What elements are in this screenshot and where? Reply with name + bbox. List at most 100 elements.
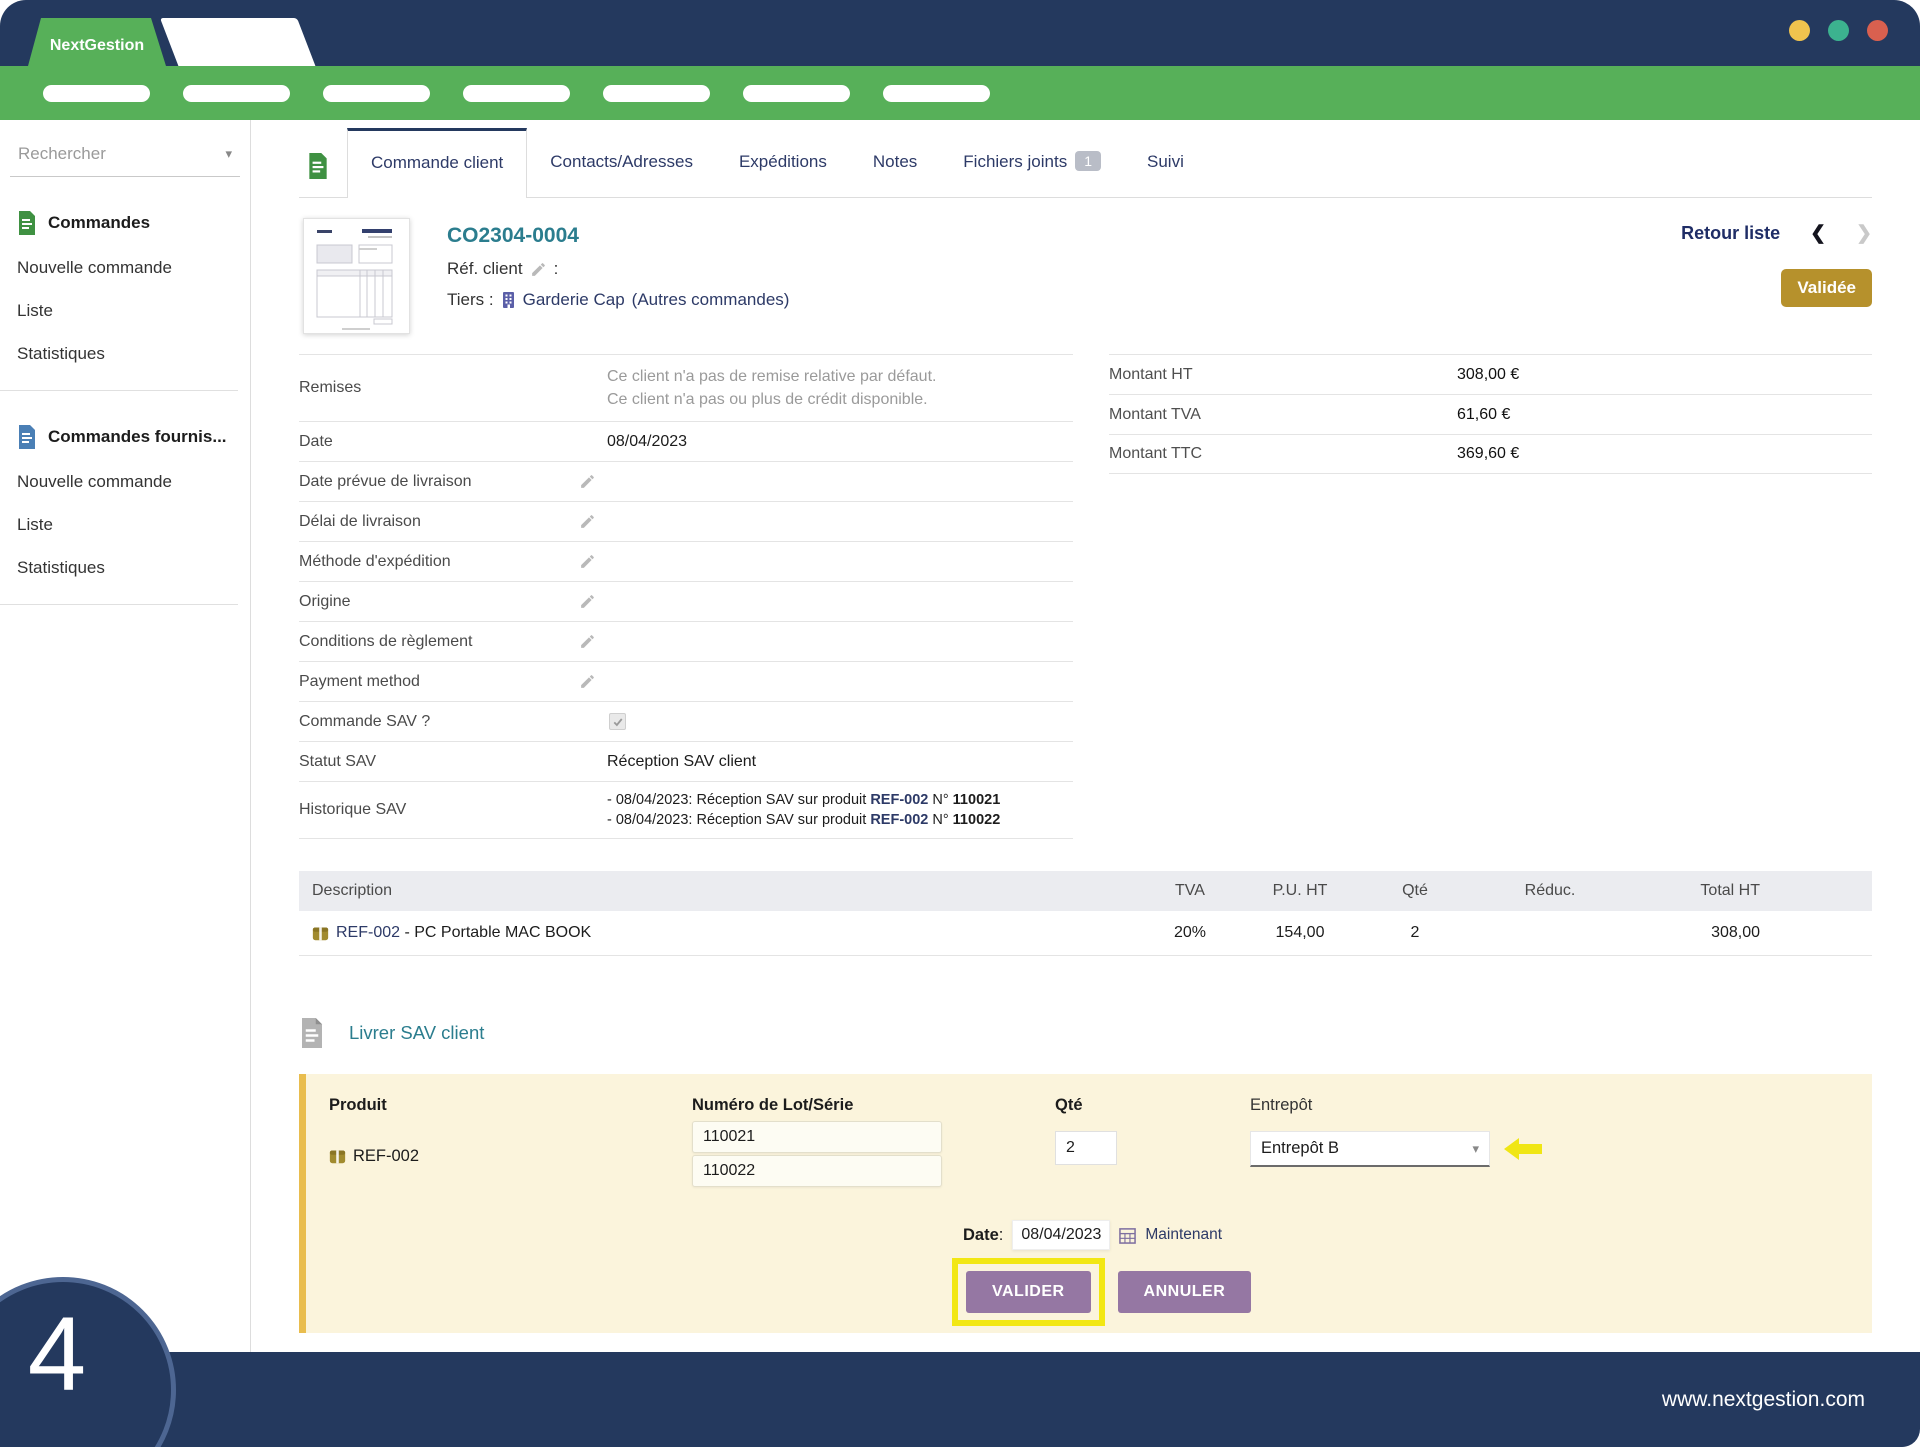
history-serial: 110021 [953, 792, 1001, 808]
title-bar: NextGestion [0, 0, 1920, 66]
field-row-historique-sav: Historique SAV - 08/04/2023: Réception S… [299, 781, 1073, 839]
deliver-product: REF-002 [329, 1147, 692, 1166]
total-value: 308,00 € [1457, 366, 1519, 384]
field-row-methode-expedition: Méthode d'expédition [299, 541, 1073, 581]
entrepot-selected-value: Entrepôt B [1261, 1139, 1339, 1158]
chevron-down-icon: ▾ [225, 146, 232, 162]
col-tva: TVA [1140, 882, 1240, 900]
history-mid: N° [928, 812, 952, 828]
order-header-actions: Retour liste ❮ ❯ Validée [1681, 222, 1872, 307]
sidebar-item-nouvelle-commande-fournisseur[interactable]: Nouvelle commande [0, 472, 250, 492]
minimize-button[interactable] [1789, 20, 1810, 41]
pencil-icon[interactable] [579, 593, 596, 610]
highlight-box: VALIDER [952, 1258, 1105, 1326]
order-detail-form: Remises Ce client n'a pas de remise rela… [299, 354, 1872, 839]
sidebar-divider [0, 604, 238, 605]
next-order-chevron-icon[interactable]: ❯ [1856, 222, 1872, 245]
close-button[interactable] [1867, 20, 1888, 41]
app-window: NextGestion Rechercher ▾ Commandes [0, 0, 1920, 1447]
tab-notes[interactable]: Notes [850, 128, 940, 197]
pencil-icon[interactable] [579, 513, 596, 530]
total-label: Montant TTC [1109, 445, 1457, 463]
sidebar-section-commandes[interactable]: Commandes [0, 211, 250, 235]
entrepot-select[interactable]: Entrepôt B ▾ [1250, 1131, 1490, 1167]
field-label: Statut SAV [299, 745, 579, 779]
tiers-line: Tiers : Garderie Cap (Autres commandes) [447, 290, 789, 310]
document-icon [17, 425, 37, 449]
pencil-icon[interactable] [579, 633, 596, 650]
footer-bar: www.nextgestion.com [0, 1352, 1920, 1447]
lot-serial-input-1[interactable] [692, 1121, 942, 1153]
brand-tab: NextGestion [28, 18, 166, 66]
field-row-delai-livraison: Délai de livraison [299, 501, 1073, 541]
pencil-icon[interactable] [579, 473, 596, 490]
total-row-ttc: Montant TTC 369,60 € [1109, 434, 1872, 474]
ref-client-separator: : [554, 259, 559, 279]
deliver-date-input[interactable] [1012, 1220, 1110, 1250]
deliver-sav-panel: Produit REF-002 Numéro de Lot/Série Qté [299, 1074, 1872, 1333]
pencil-icon[interactable] [579, 553, 596, 570]
maximize-button[interactable] [1828, 20, 1849, 41]
tiers-label: Tiers : [447, 290, 494, 310]
chevron-down-icon: ▾ [1472, 1141, 1479, 1157]
search-input[interactable]: Rechercher ▾ [10, 134, 240, 177]
menu-placeholder [43, 85, 150, 102]
tab-fichiers-joints[interactable]: Fichiers joints1 [940, 128, 1124, 197]
date-value: 08/04/2023 [579, 433, 687, 451]
col-qte: Qté [1360, 882, 1470, 900]
sidebar-item-statistiques[interactable]: Statistiques [0, 344, 250, 364]
sidebar-item-statistiques-fournisseur[interactable]: Statistiques [0, 558, 250, 578]
previous-order-chevron-icon[interactable]: ❮ [1810, 222, 1826, 245]
calendar-icon[interactable] [1119, 1227, 1136, 1244]
valider-button[interactable]: VALIDER [966, 1271, 1091, 1313]
table-row[interactable]: REF-002 - PC Portable MAC BOOK 20% 154,0… [299, 911, 1872, 956]
sidebar-item-liste-fournisseur[interactable]: Liste [0, 515, 250, 535]
sidebar-item-nouvelle-commande[interactable]: Nouvelle commande [0, 258, 250, 278]
order-number: CO2304-0004 [447, 224, 789, 248]
sidebar-section-commandes-fournisseurs[interactable]: Commandes fournis... [0, 425, 250, 449]
qty-input[interactable] [1055, 1131, 1117, 1165]
document-icon [299, 1018, 325, 1048]
document-icon [307, 153, 329, 179]
main-menu-bar [0, 66, 1920, 120]
menu-placeholder [603, 85, 710, 102]
field-label: Délai de livraison [299, 505, 579, 539]
tab-expeditions[interactable]: Expéditions [716, 128, 850, 197]
field-label: Historique SAV [299, 793, 579, 827]
field-row-statut-sav: Statut SAV Réception SAV client [299, 741, 1073, 781]
tab-contacts-adresses[interactable]: Contacts/Adresses [527, 128, 716, 197]
field-label: Méthode d'expédition [299, 545, 579, 579]
retour-liste-link[interactable]: Retour liste [1681, 223, 1780, 244]
annuler-button[interactable]: ANNULER [1118, 1271, 1252, 1313]
ref-client-label: Réf. client [447, 259, 523, 279]
pencil-icon[interactable] [530, 261, 547, 278]
main-content: Commande client Contacts/Adresses Expédi… [251, 120, 1920, 1352]
tab-suivi[interactable]: Suivi [1124, 128, 1207, 197]
order-fields: Remises Ce client n'a pas de remise rela… [299, 354, 1073, 839]
invoice-thumbnail[interactable] [303, 218, 410, 334]
col-total-ht: Total HT [1630, 882, 1872, 900]
field-label: Conditions de règlement [299, 625, 579, 659]
history-prefix: - 08/04/2023: Réception SAV sur produit [607, 792, 870, 808]
history-prefix: - 08/04/2023: Réception SAV sur produit [607, 812, 870, 828]
product-ref-link[interactable]: REF-002 [336, 924, 400, 941]
deliver-sav-title-link[interactable]: Livrer SAV client [349, 1022, 484, 1044]
lot-serial-input-2[interactable] [692, 1155, 942, 1187]
pencil-icon[interactable] [579, 673, 596, 690]
line-tva: 20% [1140, 924, 1240, 942]
sidebar-item-liste[interactable]: Liste [0, 301, 250, 321]
maintenant-link[interactable]: Maintenant [1145, 1226, 1222, 1244]
history-ref: REF-002 [870, 792, 928, 808]
menu-placeholder [743, 85, 850, 102]
tiers-name-link[interactable]: Garderie Cap [523, 290, 625, 310]
order-totals: Montant HT 308,00 € Montant TVA 61,60 € … [1109, 354, 1872, 474]
field-row-payment-method: Payment method [299, 661, 1073, 701]
status-validee-button[interactable]: Validée [1781, 269, 1872, 307]
deliver-actions: VALIDER ANNULER [952, 1258, 1251, 1326]
tab-commande-client[interactable]: Commande client [347, 128, 527, 198]
qty-column: Qté [1055, 1096, 1250, 1187]
package-icon [312, 925, 329, 942]
autres-commandes-link[interactable]: (Autres commandes) [632, 290, 790, 310]
sav-checkbox[interactable] [609, 713, 626, 730]
line-qte: 2 [1360, 924, 1470, 942]
